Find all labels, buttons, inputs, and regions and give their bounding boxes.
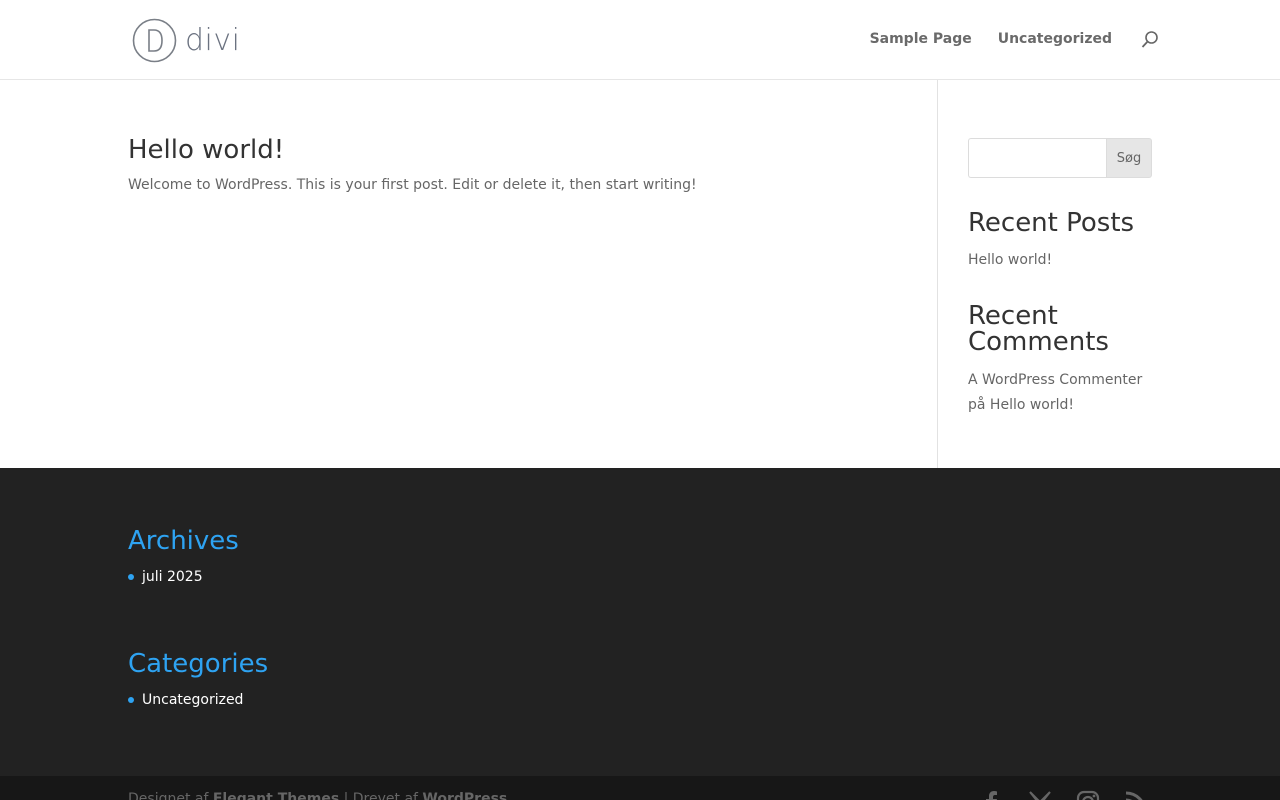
archives-title: Archives [128,526,239,556]
bullet-icon [128,697,134,703]
recent-posts-title: Recent Posts [968,208,1135,238]
recent-comment-item: A WordPress Commenter på Hello world! [968,368,1152,418]
category-item: Uncategorized [128,692,243,708]
nav-uncategorized[interactable]: Uncategorized [998,31,1112,47]
recent-comments-title: Recent Comments [968,301,1109,357]
archive-item: juli 2025 [128,569,203,585]
comment-connector: på [968,397,986,413]
credits-separator: | [343,791,349,800]
category-link[interactable]: Uncategorized [142,692,243,708]
recent-posts-list: Hello world! [968,248,1152,273]
main-nav: Sample Page Uncategorized [870,31,1112,47]
archive-link[interactable]: juli 2025 [142,569,203,585]
footer-credits: Designet af Elegant Themes | Drevet af W… [128,791,507,800]
sidebar: Søg Recent Posts Hello world! Recent Com… [968,138,1152,418]
x-icon[interactable] [1028,790,1052,800]
site-logo[interactable]: divi [132,18,240,63]
footer-bottom-bar: Designet af Elegant Themes | Drevet af W… [0,776,1280,800]
sidebar-search: Søg [968,138,1152,178]
main-content: Hello world! Welcome to WordPress. This … [0,80,1280,468]
search-button[interactable]: Søg [1106,138,1152,178]
comment-post-link[interactable]: Hello world! [990,397,1074,413]
sidebar-divider [937,80,938,468]
logo-text: divi [185,22,241,58]
nav-sample-page[interactable]: Sample Page [870,31,972,47]
comment-author-link[interactable]: A WordPress Commenter [968,372,1142,388]
search-input[interactable] [968,138,1106,178]
elegant-themes-link[interactable]: Elegant Themes [213,791,339,800]
facebook-icon[interactable] [980,790,1004,800]
divi-logo-icon [132,18,177,63]
post-excerpt: Welcome to WordPress. This is your first… [128,177,697,193]
bullet-icon [128,574,134,580]
wordpress-link[interactable]: WordPress [422,791,507,800]
site-footer: Archives juli 2025 Categories Uncategori… [0,468,1280,776]
categories-title: Categories [128,649,269,679]
credits-designed-prefix: Designet af [128,791,209,800]
social-icons [980,790,1148,800]
site-header: divi Sample Page Uncategorized [0,0,1280,80]
search-icon[interactable] [1140,30,1160,50]
credits-drevet-prefix: Drevet af [352,791,418,800]
instagram-icon[interactable] [1076,790,1100,800]
rss-icon[interactable] [1124,790,1148,800]
post-title[interactable]: Hello world! [128,135,284,165]
recent-post-link[interactable]: Hello world! [968,248,1152,273]
